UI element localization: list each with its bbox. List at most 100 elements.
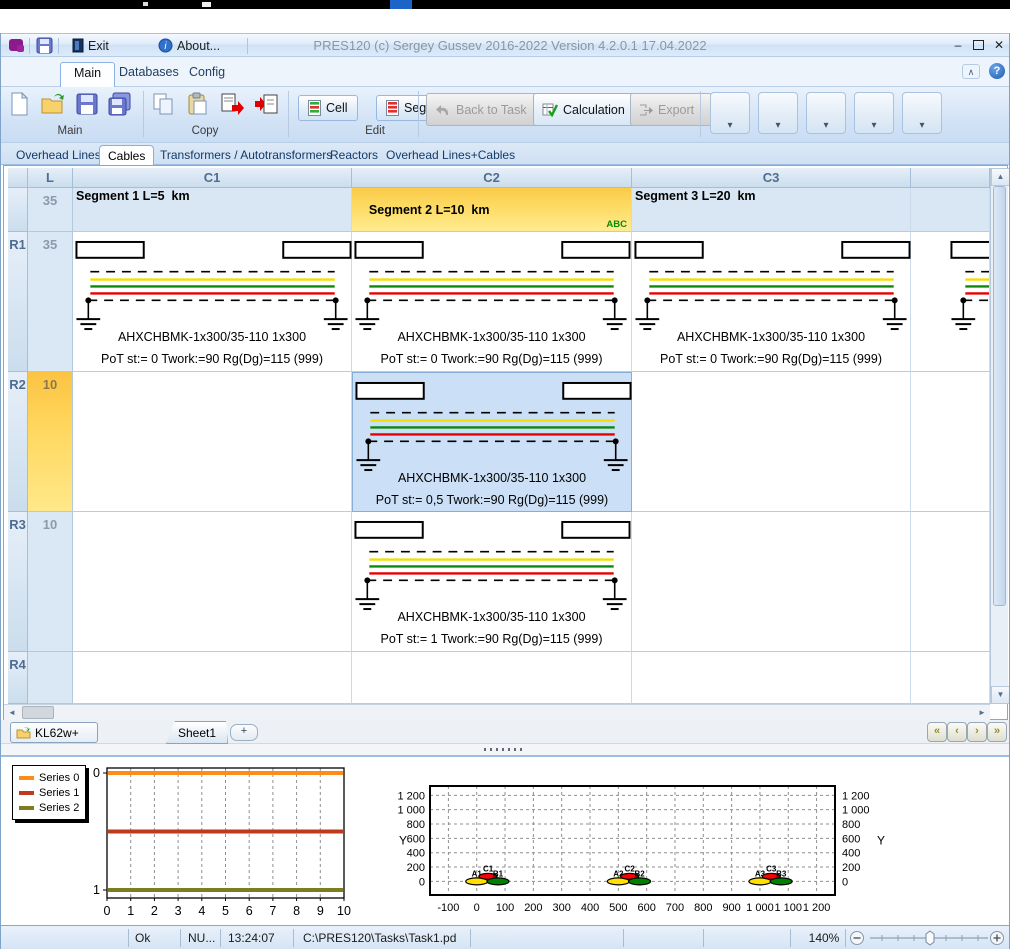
grid-cell-r1c2[interactable]: AHXCHBMK-1x300/35-110 1x300 PoT st:= 0 T… [352, 232, 632, 372]
panel-splitter[interactable] [0, 744, 1010, 755]
calculation-button[interactable]: Calculation [533, 93, 643, 126]
column-header-c3[interactable]: C3 [632, 168, 911, 188]
segment-cell-1[interactable]: Segment 1 L=5 km [73, 188, 352, 232]
l-value-r2[interactable]: 10 [28, 372, 73, 512]
layout-chart[interactable]: -10001002003004005006007008009001 0001 1… [385, 759, 960, 925]
minimize-button[interactable]: – [950, 37, 966, 52]
y-tick-label: 0 [842, 876, 848, 888]
nav-last-button[interactable]: » [987, 722, 1007, 742]
sheet-tab-label: Sheet1 [178, 726, 216, 740]
about-button[interactable]: i About... [152, 36, 226, 55]
grid-cell-r4c1[interactable] [73, 652, 352, 704]
scroll-left-button[interactable]: ◄ [4, 705, 20, 720]
grid-corner-header[interactable] [8, 168, 28, 188]
dropdown-button-1[interactable]: ▾ [710, 92, 750, 134]
row-header-r3[interactable]: R3 [8, 512, 28, 652]
cable-phase-marker [487, 878, 509, 885]
dropdown-button-5[interactable]: ▾ [902, 92, 942, 134]
nav-next-button[interactable]: › [967, 722, 987, 742]
group-label-edit: Edit [345, 125, 405, 137]
grid-cell-r4c2[interactable] [352, 652, 632, 704]
x-tick-label: 800 [694, 902, 712, 914]
segment-cell-3[interactable]: Segment 3 L=20 km [632, 188, 911, 232]
cable-diagram [632, 239, 912, 333]
l-value-r4[interactable] [28, 652, 73, 704]
scroll-right-button[interactable]: ► [974, 705, 990, 720]
grid-cell-r1c1[interactable]: AHXCHBMK-1x300/35-110 1x300 PoT st:= 0 T… [73, 232, 352, 372]
nav-prev-button[interactable]: ‹ [947, 722, 967, 742]
l-value-r1[interactable]: 35 [28, 232, 73, 372]
vertical-scrollbar[interactable]: ▲ ▼ [990, 168, 1008, 704]
grid-cell-r2c2-selected[interactable]: AHXCHBMK-1x300/35-110 1x300 PoT st:= 0,5… [352, 372, 632, 512]
add-sheet-button[interactable]: + [230, 724, 258, 741]
grid-cell-r3c4-partial[interactable] [911, 512, 990, 652]
column-header-l[interactable]: L [28, 168, 73, 188]
y-tick-label: 1 [93, 883, 100, 897]
y-axis-title: Y [399, 834, 407, 848]
maximize-button[interactable] [970, 37, 986, 52]
row-header-r1[interactable]: R1 [8, 232, 28, 372]
grid-cell-r1c3[interactable]: AHXCHBMK-1x300/35-110 1x300 PoT st:= 0 T… [632, 232, 911, 372]
paste-icon[interactable] [186, 92, 210, 116]
segment-cell-4-partial[interactable] [911, 188, 990, 232]
copy-out-icon[interactable] [220, 92, 244, 116]
cell-icon [308, 100, 321, 116]
close-button[interactable]: ✕ [991, 37, 1007, 52]
y-tick-label: 400 [407, 848, 425, 860]
horizontal-scrollbar[interactable]: ◄ ► [4, 704, 990, 720]
segment-cell-2[interactable]: Segment 2 L=10 km ABC [352, 188, 632, 232]
status-separator [845, 929, 846, 947]
back-arrow-icon [435, 103, 451, 117]
save-all-icon[interactable] [108, 92, 132, 116]
cell-button[interactable]: Cell [298, 95, 358, 121]
horizontal-scrollbar-thumb[interactable] [22, 706, 54, 719]
grid-cell-r2c3[interactable] [632, 372, 911, 512]
grid-cell-r3c2[interactable]: AHXCHBMK-1x300/35-110 1x300 PoT st:= 1 T… [352, 512, 632, 652]
back-to-task-button[interactable]: Back to Task [426, 93, 546, 126]
row-header-seg[interactable] [8, 188, 28, 232]
vertical-scrollbar-thumb[interactable] [993, 186, 1006, 606]
calculation-icon [542, 102, 558, 117]
grid-cell-r4c4-partial[interactable] [911, 652, 990, 704]
paste-in-icon[interactable] [254, 92, 278, 116]
profile-chart[interactable]: 01234567891001 [10, 759, 360, 925]
grid-cell-r3c1[interactable] [73, 512, 352, 652]
document-tab-bar: Overhead Lines Cables Transformers / Aut… [0, 143, 1010, 165]
cable-diagram [73, 239, 353, 333]
grid-cell-r4c3[interactable] [632, 652, 911, 704]
grid-cell-r3c3[interactable] [632, 512, 911, 652]
grid-cell-r2c4-partial[interactable] [911, 372, 990, 512]
copy-icon[interactable] [152, 92, 176, 116]
zoom-slider-thumb[interactable] [926, 931, 934, 945]
grid-cell-r2c1[interactable] [73, 372, 352, 512]
exit-button[interactable]: Exit [66, 36, 115, 55]
scroll-down-button[interactable]: ▼ [991, 686, 1010, 704]
nav-first-button[interactable]: « [927, 722, 947, 742]
column-header-c1[interactable]: C1 [73, 168, 352, 188]
column-header-c4-partial[interactable] [911, 168, 990, 188]
row-header-r2[interactable]: R2 [8, 372, 28, 512]
kl62w-button[interactable]: KL62w+ [10, 722, 98, 743]
help-button[interactable]: ? [989, 63, 1005, 79]
new-file-icon[interactable] [7, 92, 31, 116]
maximize-icon [973, 40, 984, 50]
grid-cell-r1c4-partial[interactable] [911, 232, 990, 372]
title-bar: Exit i About... PRES120 (c) Sergey Gusse… [0, 33, 1010, 57]
dropdown-button-4[interactable]: ▾ [854, 92, 894, 134]
zoom-slider[interactable] [848, 929, 1006, 947]
l-value-r3[interactable]: 10 [28, 512, 73, 652]
column-header-c2[interactable]: C2 [352, 168, 632, 188]
dropdown-button-2[interactable]: ▾ [758, 92, 798, 134]
sheet-tab-sheet1[interactable]: Sheet1 [166, 721, 228, 744]
open-file-icon[interactable] [40, 92, 64, 116]
save-icon[interactable] [36, 37, 53, 54]
scroll-up-button[interactable]: ▲ [991, 168, 1010, 186]
status-separator [790, 929, 791, 947]
dropdown-button-3[interactable]: ▾ [806, 92, 846, 134]
ribbon-collapse-button[interactable]: ∧ [962, 64, 980, 79]
save-file-icon[interactable] [75, 92, 99, 116]
l-value-seg[interactable]: 35 [28, 188, 73, 232]
row-header-r4[interactable]: R4 [8, 652, 28, 704]
folder-icon [16, 727, 31, 739]
add-sheet-icon: + [241, 725, 247, 737]
